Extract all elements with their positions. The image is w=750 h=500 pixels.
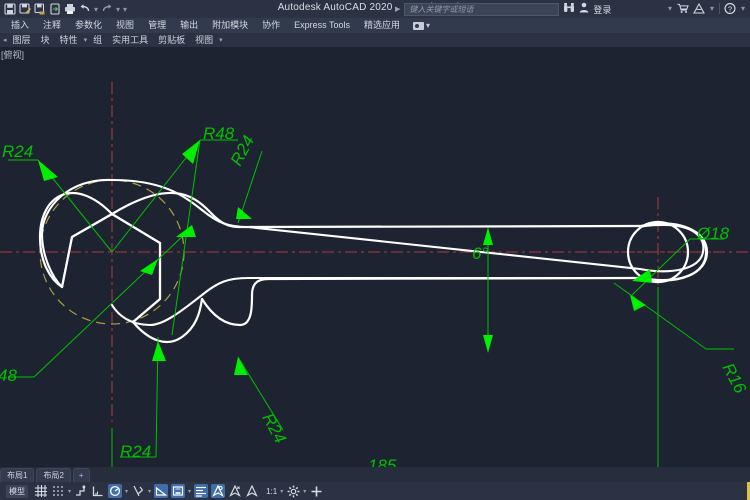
- dim-text-48[interactable]: 48: [0, 366, 17, 385]
- status-model-label[interactable]: 模型: [6, 485, 28, 498]
- snap-caret-icon[interactable]: ▾: [68, 488, 71, 495]
- isodraft-caret-icon[interactable]: ▾: [125, 488, 128, 495]
- ribbon-tab-2[interactable]: 参数化: [68, 18, 109, 33]
- panel-view-caret[interactable]: ▾: [218, 36, 224, 44]
- snap-icon[interactable]: [51, 484, 65, 498]
- transparency-icon[interactable]: [194, 484, 208, 498]
- dim-text-185[interactable]: 185: [368, 456, 397, 467]
- status-draft-toggles: ▾ ▾ ▾ ▾: [34, 484, 323, 498]
- undo-dropdown-caret[interactable]: ▾: [93, 5, 99, 14]
- ribbon-tab-9[interactable]: 精选应用: [357, 18, 407, 33]
- osnap-caret-icon[interactable]: ▾: [148, 488, 151, 495]
- ribbon-tab-6[interactable]: 附加模块: [205, 18, 255, 33]
- workspace-gear-icon[interactable]: [286, 484, 300, 498]
- ribbon-tab-0[interactable]: 插入: [4, 18, 36, 33]
- ortho-icon[interactable]: [74, 484, 88, 498]
- ribbon-tab-8[interactable]: Express Tools: [287, 18, 357, 33]
- redo-dropdown-caret[interactable]: ▾: [115, 5, 121, 14]
- autodesk-app-icon[interactable]: [693, 2, 705, 14]
- tr-caret-1[interactable]: ▾: [667, 4, 673, 13]
- app-name: Autodesk AutoCAD 2020: [278, 2, 393, 13]
- drawing-svg: R24 R48 R24 48 R24 R24 Ø18 R16 6° 185: [0, 47, 750, 467]
- customize-plus-icon[interactable]: [309, 484, 323, 498]
- ribbon-caret-icon[interactable]: ▾: [426, 21, 430, 30]
- save-copy-icon[interactable]: [33, 2, 47, 16]
- isodraft-icon[interactable]: [108, 484, 122, 498]
- dim-text-r48-upper[interactable]: R48: [203, 124, 235, 143]
- autocad-window: ▾ ▾ ▾ Autodesk AutoCAD 2020 Drawing5.dwg…: [0, 0, 750, 500]
- dim-text-r24-lower-left[interactable]: R24: [120, 442, 151, 461]
- ribbon-tab-3[interactable]: 视图: [109, 18, 141, 33]
- ribbon-tab-7[interactable]: 协作: [255, 18, 287, 33]
- drawing-canvas[interactable]: [俯视]: [0, 47, 750, 467]
- panel-view[interactable]: 视图: [190, 33, 218, 47]
- save-icon[interactable]: [3, 2, 17, 16]
- annotation-visibility-icon[interactable]: [228, 484, 242, 498]
- layout-tab-1[interactable]: 布局1: [0, 468, 34, 482]
- lineweight-caret-icon[interactable]: ▾: [188, 488, 191, 495]
- sign-in-label[interactable]: 登录: [593, 3, 611, 16]
- search-area: ▶ 键入关键字或短语 登录: [395, 2, 611, 16]
- binoculars-icon[interactable]: [563, 2, 575, 16]
- panel-clipboard[interactable]: 剪贴板: [153, 33, 190, 47]
- ribbon-panel-row: ◂ 图层 块 特性 ▾ 组 实用工具 剪贴板 视图 ▾: [0, 33, 750, 47]
- add-layout-button[interactable]: +: [73, 468, 90, 482]
- panel-groups[interactable]: 组: [88, 33, 107, 47]
- layout-tab-bar: 布局1 布局2 +: [0, 467, 750, 482]
- quick-access-toolbar: ▾ ▾ ▾ Autodesk AutoCAD 2020 Drawing5.dwg…: [0, 0, 750, 18]
- search-placeholder: 键入关键字或短语: [409, 4, 473, 15]
- toolbar-divider: [719, 3, 720, 14]
- profile-lower-body: [268, 278, 641, 279]
- screencast-icon[interactable]: [413, 22, 424, 30]
- object-snap-tracking-icon[interactable]: [131, 484, 145, 498]
- grid-icon[interactable]: [34, 484, 48, 498]
- autoscale-icon[interactable]: [245, 484, 259, 498]
- dynamic-ucs-icon[interactable]: [154, 484, 168, 498]
- layout-tab-2[interactable]: 布局2: [36, 468, 70, 482]
- ribbon-tab-5[interactable]: 输出: [173, 18, 205, 33]
- panel-properties[interactable]: 特性: [55, 33, 83, 47]
- dim-text-r24-upper-left[interactable]: R24: [2, 142, 33, 161]
- help-icon[interactable]: ?: [724, 2, 736, 14]
- redo-icon[interactable]: [100, 2, 114, 16]
- scale-caret-icon[interactable]: ▾: [280, 488, 283, 495]
- svg-text:?: ?: [728, 4, 732, 13]
- undo-icon[interactable]: [78, 2, 92, 16]
- quick-access-icons: ▾ ▾ ▾: [0, 2, 128, 16]
- shopping-cart-icon[interactable]: [677, 2, 689, 14]
- title-bar-right-icons: ▾ ▾ ? ▾: [667, 2, 746, 14]
- search-input[interactable]: 键入关键字或短语: [404, 3, 559, 16]
- dim-text-6deg[interactable]: 6°: [472, 244, 488, 263]
- panel-layers[interactable]: 图层: [8, 33, 36, 47]
- lineweight-icon[interactable]: [171, 484, 185, 498]
- panel-blocks[interactable]: 块: [36, 33, 55, 47]
- panel-utilities[interactable]: 实用工具: [107, 33, 153, 47]
- status-bar: 模型 ▾ ▾ ▾: [0, 482, 750, 500]
- export-icon[interactable]: [48, 2, 62, 16]
- qat-customize-caret[interactable]: ▾: [122, 5, 128, 14]
- polar-tracking-icon[interactable]: [91, 484, 105, 498]
- search-expand-caret[interactable]: ▶: [395, 5, 400, 13]
- selection-cycling-icon[interactable]: [211, 484, 225, 498]
- profile-upper-body: [250, 226, 641, 227]
- ribbon-extra-controls[interactable]: ▾: [413, 21, 430, 30]
- tr-caret-2[interactable]: ▾: [709, 4, 715, 13]
- print-icon[interactable]: [63, 2, 77, 16]
- ribbon-tab-4[interactable]: 管理: [141, 18, 173, 33]
- ribbon-tab-strip: 插入 注释 参数化 视图 管理 输出 附加模块 协作 Express Tools…: [0, 18, 750, 33]
- user-account-icon[interactable]: [579, 2, 589, 16]
- ribbon-tab-1[interactable]: 注释: [36, 18, 68, 33]
- annotation-scale-label[interactable]: 1:1: [266, 487, 277, 496]
- tr-caret-3[interactable]: ▾: [740, 4, 746, 13]
- dim-text-dia18[interactable]: Ø18: [696, 224, 730, 243]
- workspace-caret-icon[interactable]: ▾: [303, 488, 306, 495]
- save-as-icon[interactable]: [18, 2, 32, 16]
